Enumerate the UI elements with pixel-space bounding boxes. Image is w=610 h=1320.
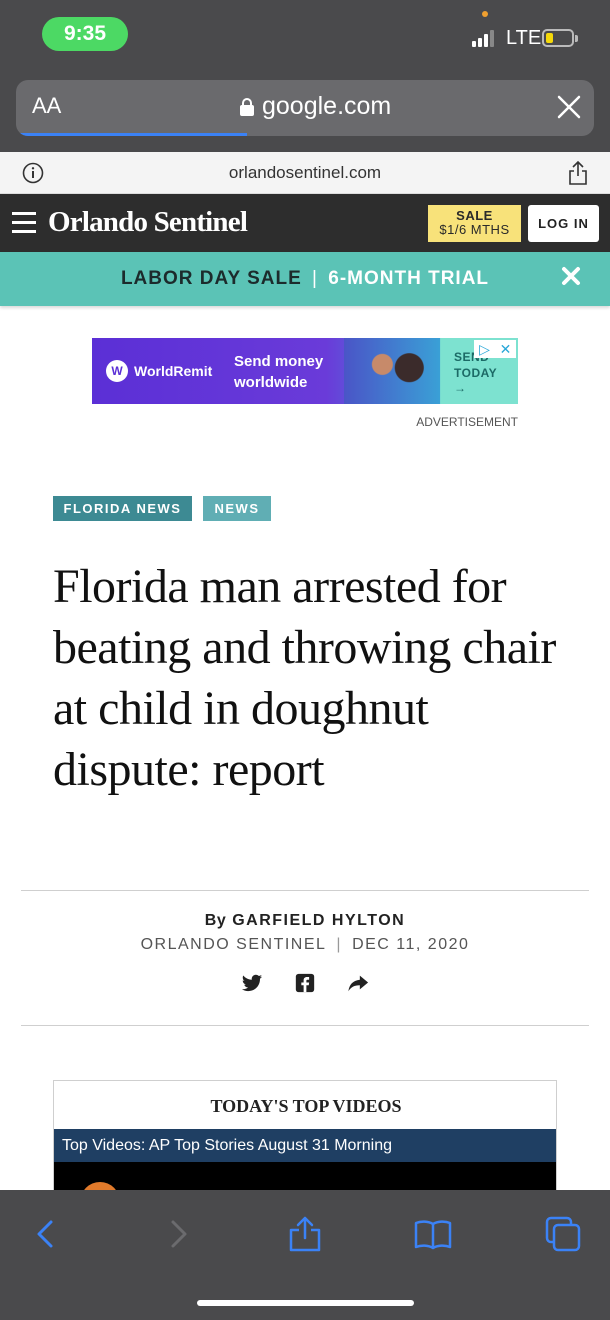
ad-label: ADVERTISEMENT xyxy=(416,415,518,429)
network-label: LTE xyxy=(506,27,542,49)
promo-trial: 6-MONTH TRIAL xyxy=(328,268,490,289)
ad-brand: W WorldRemit xyxy=(106,360,212,382)
sale-button[interactable]: SALE $1/6 MTHS xyxy=(428,205,521,242)
address-bar[interactable]: AA google.com xyxy=(16,80,594,136)
close-icon[interactable] xyxy=(554,92,584,122)
ad-tagline-line1: Send money xyxy=(234,353,324,370)
tag-news[interactable]: NEWS xyxy=(203,496,271,521)
adchoices[interactable]: ▷ ✕ xyxy=(474,340,516,358)
menu-icon[interactable] xyxy=(12,212,36,234)
article-headline: Florida man arrested for beating and thr… xyxy=(53,560,556,796)
twitter-icon[interactable] xyxy=(241,972,263,994)
share-icon[interactable] xyxy=(285,1214,325,1254)
meta-separator: | xyxy=(336,936,343,953)
address-value: google.com xyxy=(262,92,392,120)
site-info-bar: orlandosentinel.com xyxy=(0,152,610,194)
login-button[interactable]: LOG IN xyxy=(528,205,599,242)
divider xyxy=(21,890,589,891)
ad-cta-arrow: → xyxy=(454,381,467,396)
top-videos-heading: TODAY'S TOP VIDEOS xyxy=(210,1096,402,1116)
publish-date: DEC 11, 2020 xyxy=(352,936,470,953)
video-title-bar[interactable]: Top Videos: AP Top Stories August 31 Mor… xyxy=(54,1129,556,1162)
forward-icon[interactable] xyxy=(158,1214,198,1254)
home-indicator[interactable] xyxy=(197,1300,414,1306)
text-size-label: AA xyxy=(32,93,62,118)
site-logo[interactable]: Orlando Sentinel xyxy=(48,206,248,239)
back-icon[interactable] xyxy=(26,1214,66,1254)
ad-brand-name: WorldRemit xyxy=(134,363,213,379)
close-icon[interactable] xyxy=(561,266,581,286)
divider xyxy=(21,1025,589,1026)
article-meta: ORLANDO SENTINEL | DEC 11, 2020 xyxy=(0,936,610,954)
promo-strong: LABOR DAY SALE xyxy=(120,268,302,289)
text-size-button[interactable]: AA xyxy=(32,93,61,119)
share-arrow-icon[interactable] xyxy=(347,972,369,994)
promo-separator: | xyxy=(312,268,318,289)
site-header: Orlando Sentinel SALE $1/6 MTHS LOG IN xyxy=(0,194,610,252)
tabs-icon[interactable] xyxy=(543,1214,583,1254)
close-ad-icon[interactable]: ✕ xyxy=(495,340,516,358)
promo-banner[interactable]: LABOR DAY SALE | 6-MONTH TRIAL xyxy=(0,252,610,306)
facebook-icon[interactable] xyxy=(294,972,316,994)
mic-indicator-dot xyxy=(482,11,488,17)
promo-text: LABOR DAY SALE | 6-MONTH TRIAL xyxy=(0,268,610,290)
status-bar: 9:35 LTE xyxy=(0,0,610,76)
page-load-progress xyxy=(16,133,248,136)
share-icon[interactable] xyxy=(568,160,588,186)
ad-tagline: Send money worldwide xyxy=(234,351,323,393)
status-time: 9:35 xyxy=(42,17,128,51)
ad-banner[interactable]: W WorldRemit Send money worldwide SEND T… xyxy=(92,338,518,404)
sale-label: SALE xyxy=(456,208,493,223)
bookmarks-icon[interactable] xyxy=(413,1214,453,1254)
ad-tagline-line2: worldwide xyxy=(234,374,308,391)
adchoices-icon[interactable]: ▷ xyxy=(474,340,495,358)
author-name[interactable]: GARFIELD HYLTON xyxy=(232,912,405,929)
tag-florida-news[interactable]: FLORIDA NEWS xyxy=(53,496,192,521)
battery-icon xyxy=(542,29,578,47)
address-text[interactable]: google.com xyxy=(240,92,391,121)
worldremit-logo-icon: W xyxy=(106,360,128,382)
page-url: orlandosentinel.com xyxy=(228,163,382,182)
byline-prefix: By xyxy=(204,912,227,929)
top-videos-module: TODAY'S TOP VIDEOS Top Videos: AP Top St… xyxy=(53,1080,557,1222)
ad-cta-line2: TODAY xyxy=(454,365,498,380)
ad-photo xyxy=(344,338,440,404)
browser-chrome: AA google.com xyxy=(0,76,610,152)
source-name: ORLANDO SENTINEL xyxy=(140,936,327,953)
sale-price: $1/6 MTHS xyxy=(439,221,510,237)
signal-icon xyxy=(472,29,498,47)
lock-icon xyxy=(240,97,254,116)
byline: By GARFIELD HYLTON xyxy=(0,912,610,930)
